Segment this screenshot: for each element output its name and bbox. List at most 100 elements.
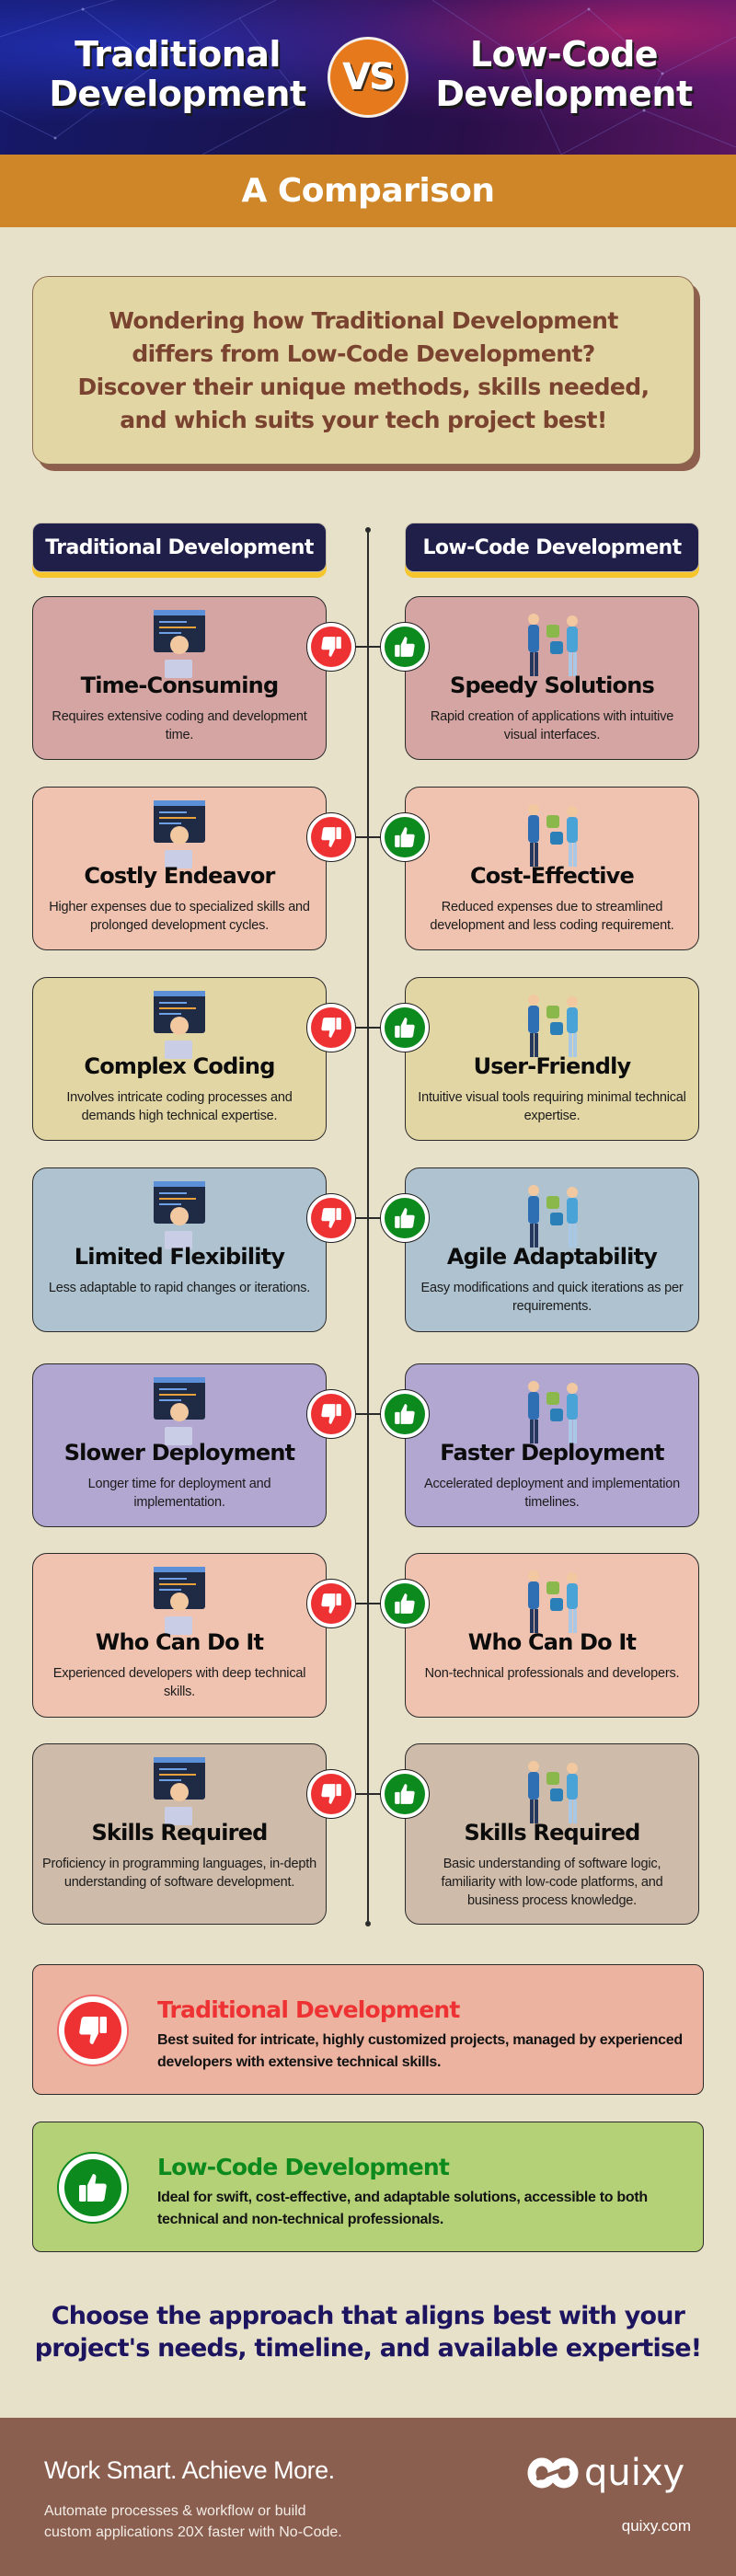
card-description: Reduced expenses due to streamlined deve…: [430, 900, 674, 933]
footer-subtext-line: custom applications 20X faster with No-C…: [44, 2524, 342, 2540]
con-badge: [306, 1389, 356, 1439]
card-title: Cost-Effective: [469, 863, 635, 889]
card-description: Higher expenses due to specialized skill…: [49, 900, 310, 933]
footer-tagline: Work Smart. Achieve More.: [44, 2456, 335, 2484]
hero-title-line: Traditional: [75, 34, 281, 75]
coding-team-illustration: [154, 991, 205, 1059]
analytics-team-illustration: [528, 1761, 578, 1823]
agile-cycle-illustration: [528, 1185, 578, 1248]
comparison-banner: A Comparison: [0, 155, 736, 227]
developer-at-screen-illustration: [154, 610, 205, 678]
code-window-illustration: [154, 1181, 205, 1249]
summary-traditional: Traditional Development Best suited for …: [32, 1964, 704, 2095]
con-badge: [57, 1995, 129, 2066]
traditional-card: Who Can Do It Experienced developers wit…: [32, 1553, 327, 1718]
pro-badge: [380, 622, 430, 672]
thumbs-down-icon: [311, 1198, 351, 1238]
con-badge: [306, 1003, 356, 1052]
intro-box: Wondering how Traditional Development di…: [32, 276, 695, 465]
card-title: Complex Coding: [84, 1053, 275, 1079]
thumbs-up-icon: [385, 817, 425, 857]
pro-badge: [57, 2152, 129, 2224]
monitor-dashboard-illustration: [154, 1377, 205, 1445]
summary-description: Ideal for swift, cost-effective, and ada…: [157, 2190, 648, 2227]
card-description: Accelerated deployment and implementatio…: [424, 1477, 680, 1510]
cloud-upload-illustration: [528, 1381, 578, 1443]
card-description: Easy modifications and quick iterations …: [420, 1281, 684, 1314]
card-title: Speedy Solutions: [449, 673, 655, 698]
traditional-card: Complex Coding Involves intricate coding…: [32, 977, 327, 1141]
pro-badge: [380, 1003, 430, 1052]
collaboration-illustration: [528, 1570, 578, 1633]
card-description: Non-technical professionals and develope…: [424, 1666, 680, 1681]
hero-title-traditional: Traditional Development: [44, 35, 311, 114]
lowcode-card: Faster Deployment Accelerated deployment…: [405, 1363, 699, 1527]
footer-subtext-line: Automate processes & workflow or build: [44, 2503, 306, 2519]
lowcode-card: Skills Required Basic understanding of s…: [405, 1743, 699, 1925]
card-title: Limited Flexibility: [74, 1244, 285, 1270]
card-description: Longer time for deployment and implement…: [87, 1477, 271, 1510]
card-description: Basic understanding of software logic, f…: [441, 1857, 663, 1908]
hero-title-line: Development: [49, 74, 306, 114]
thumbs-down-icon: [311, 817, 351, 857]
savings-chart-illustration: [528, 804, 578, 867]
center-divider-line: [367, 530, 369, 1924]
center-line-top-dot: [365, 527, 371, 533]
quixy-logo[interactable]: quixy: [527, 2455, 684, 2491]
thumbs-up-icon: [385, 1007, 425, 1048]
quixy-logo-icon: [527, 2457, 579, 2489]
thumbs-down-icon: [64, 2002, 121, 2059]
visual-builder-illustration: [528, 995, 578, 1057]
website-link[interactable]: quixy.com: [622, 2517, 691, 2536]
card-title: User-Friendly: [473, 1053, 632, 1079]
traditional-card: Skills Required Proficiency in programmi…: [32, 1743, 327, 1925]
column-header-traditional: Traditional Development: [32, 523, 327, 572]
pro-badge: [380, 1389, 430, 1439]
pro-badge: [380, 1579, 430, 1628]
hero-header: Traditional Development VS Low-Code Deve…: [0, 0, 736, 155]
developer-desk-illustration: [154, 1567, 205, 1635]
traditional-card: Time-Consuming Requires extensive coding…: [32, 596, 327, 760]
con-badge: [306, 1579, 356, 1628]
card-title: Costly Endeavor: [84, 863, 275, 889]
card-description: Requires extensive coding and developmen…: [52, 709, 307, 742]
summary-lowcode: Low-Code Development Ideal for swift, co…: [32, 2122, 704, 2252]
center-line-bottom-dot: [365, 1921, 371, 1926]
lowcode-card: Speedy Solutions Rapid creation of appli…: [405, 596, 699, 760]
pro-badge: [380, 1193, 430, 1243]
hero-title-line: Low-Code: [469, 34, 659, 75]
intro-text: Wondering how Traditional Development di…: [77, 306, 650, 433]
card-title: Faster Deployment: [440, 1440, 664, 1466]
card-title: Skills Required: [91, 1820, 268, 1846]
thumbs-down-icon: [311, 627, 351, 667]
thumbs-down-icon: [311, 1774, 351, 1814]
lowcode-card: User-Friendly Intuitive visual tools req…: [405, 977, 699, 1141]
con-badge: [306, 1769, 356, 1819]
team-puzzle-illustration: [528, 614, 578, 676]
programmer-illustration: [154, 1757, 205, 1825]
logo-wordmark: quixy: [584, 2452, 685, 2494]
thumbs-up-icon: [385, 1394, 425, 1434]
pro-badge: [380, 812, 430, 862]
lowcode-card: Cost-Effective Reduced expenses due to s…: [405, 787, 699, 950]
card-title: Who Can Do It: [467, 1629, 637, 1655]
connector-line: [354, 1603, 382, 1604]
thumbs-down-icon: [311, 1007, 351, 1048]
hero-title-lowcode: Low-Code Development: [431, 35, 697, 114]
thumbs-down-icon: [311, 1583, 351, 1624]
pro-badge: [380, 1769, 430, 1819]
card-title: Time-Consuming: [80, 673, 280, 698]
connector-line: [354, 836, 382, 838]
footer-subtext: Automate processes & workflow or build c…: [44, 2501, 342, 2543]
traditional-card: Slower Deployment Longer time for deploy…: [32, 1363, 327, 1527]
summary-description: Best suited for intricate, highly custom…: [157, 2032, 683, 2070]
thumbs-up-icon: [385, 1774, 425, 1814]
card-description: Intuitive visual tools requiring minimal…: [418, 1090, 686, 1123]
connector-line: [354, 1793, 382, 1795]
lowcode-card: Who Can Do It Non-technical professional…: [405, 1553, 699, 1718]
thumbs-down-icon: [311, 1394, 351, 1434]
hero-title-line: Development: [435, 74, 693, 114]
card-description: Rapid creation of applications with intu…: [430, 709, 674, 742]
card-title: Who Can Do It: [95, 1629, 264, 1655]
con-badge: [306, 812, 356, 862]
